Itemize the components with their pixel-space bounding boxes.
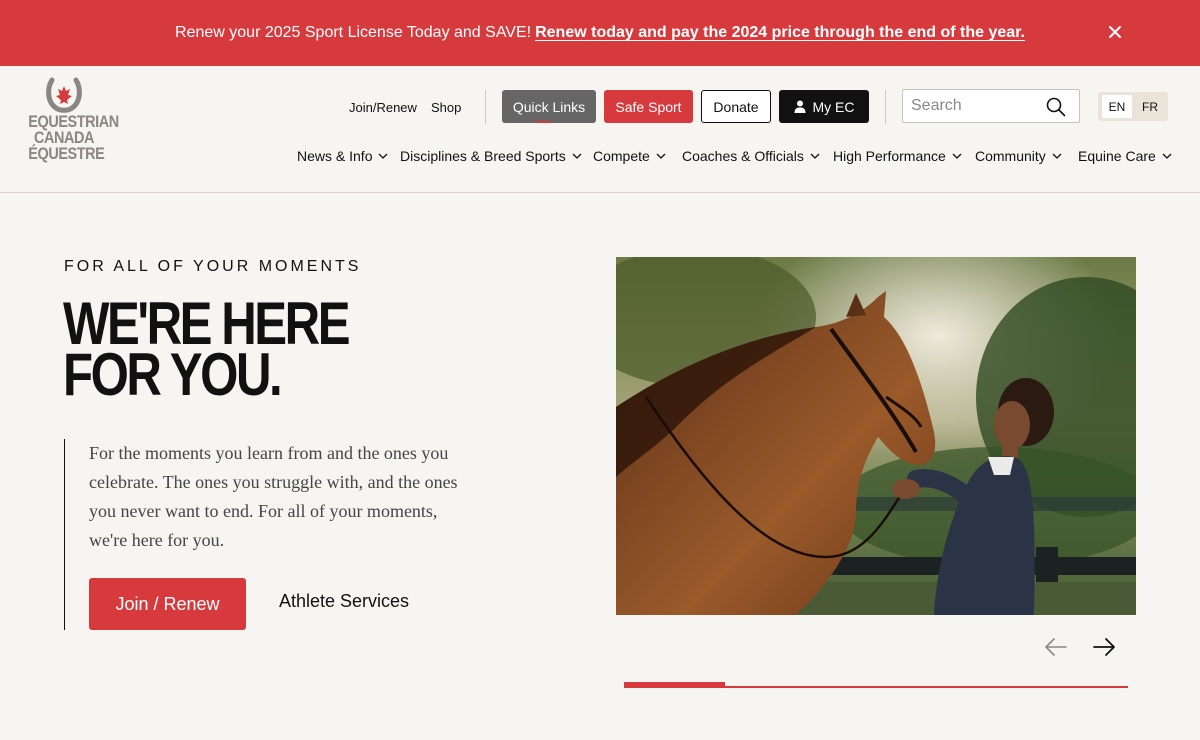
join-renew-label: Join / Renew [115, 593, 220, 614]
language-switcher: EN FR [1098, 92, 1168, 121]
chevron-down-icon [952, 153, 962, 159]
main-nav-item-compete[interactable]: Compete [593, 146, 666, 166]
safe-sport-button[interactable]: Safe Sport [604, 90, 693, 123]
quote-rule [64, 439, 65, 630]
donate-label: Donate [713, 98, 759, 115]
lang-fr-button[interactable]: FR [1136, 95, 1164, 118]
logo-text-equestre: ÉQUESTRE [28, 144, 105, 163]
carousel-progress [624, 682, 1128, 688]
my-ec-label: My EC [812, 98, 855, 115]
nav-label: Community [975, 148, 1046, 164]
hero-body: For the moments you learn from and the o… [89, 443, 458, 550]
banner-renew-link[interactable]: Renew today and pay the 2024 price throu… [535, 24, 1025, 42]
main-nav-item-disciplines[interactable]: Disciplines & Breed Sports [400, 146, 582, 166]
main-nav-item-news-info[interactable]: News & Info [297, 146, 388, 166]
shop-link[interactable]: Shop [431, 100, 461, 115]
join-renew-link[interactable]: Join/Renew [349, 100, 417, 115]
donate-button[interactable]: Donate [701, 90, 771, 123]
chevron-down-icon [656, 153, 666, 159]
quick-links-label: Quick Links [512, 98, 586, 115]
announcement-banner: Renew your 2025 Sport License Today and … [0, 0, 1200, 66]
main-nav-item-equine-care[interactable]: Equine Care [1078, 146, 1172, 166]
search-icon[interactable] [1046, 97, 1066, 122]
arrow-right-icon[interactable] [1091, 634, 1117, 660]
hero-eyebrow: FOR ALL OF YOUR MOMENTS [64, 258, 362, 275]
site-logo[interactable]: EQUESTRIAN CANADA ÉQUESTRE [22, 76, 119, 176]
main-nav-item-high-performance[interactable]: High Performance [833, 146, 962, 166]
my-ec-button[interactable]: My EC [779, 90, 869, 123]
close-icon[interactable] [1106, 23, 1124, 41]
nav-label: News & Info [297, 148, 373, 164]
nav-label: Compete [593, 148, 650, 164]
nav-label: Disciplines & Breed Sports [400, 148, 566, 164]
hero-headline: WE'RE HERE FOR YOU. [63, 294, 351, 405]
hero-photo [616, 257, 1136, 615]
chevron-down-icon [1162, 153, 1172, 159]
arrow-left-icon[interactable] [1043, 634, 1069, 660]
nav-label: Equine Care [1078, 148, 1156, 164]
carousel-progress-fill [624, 682, 725, 688]
nav-label: Coaches & Officials [682, 148, 804, 164]
chevron-down-icon [572, 153, 582, 159]
lang-en-button[interactable]: EN [1102, 95, 1132, 118]
chevron-down-icon [1052, 153, 1062, 159]
horseshoe-maple-leaf-icon [46, 77, 82, 113]
chevron-down-icon [810, 153, 820, 159]
quick-links-button[interactable]: Quick Links [502, 90, 596, 123]
safe-sport-label: Safe Sport [615, 98, 682, 115]
nav-label: High Performance [833, 148, 946, 164]
active-indicator [535, 121, 551, 123]
banner-message: Renew your 2025 Sport License Today and … [175, 24, 532, 41]
site-header: EQUESTRIAN CANADA ÉQUESTRE Join/Renew Sh… [0, 66, 1200, 193]
search-box [902, 89, 1080, 123]
main-nav-item-coaches-officials[interactable]: Coaches & Officials [682, 146, 820, 166]
chevron-down-icon [379, 153, 388, 159]
search-input[interactable] [911, 96, 1041, 116]
divider [885, 90, 886, 124]
user-icon [794, 100, 805, 113]
divider [485, 90, 486, 124]
join-renew-button[interactable]: Join / Renew [89, 578, 246, 630]
main-nav-item-community[interactable]: Community [975, 146, 1062, 166]
athlete-services-link[interactable]: Athlete Services [279, 591, 409, 612]
